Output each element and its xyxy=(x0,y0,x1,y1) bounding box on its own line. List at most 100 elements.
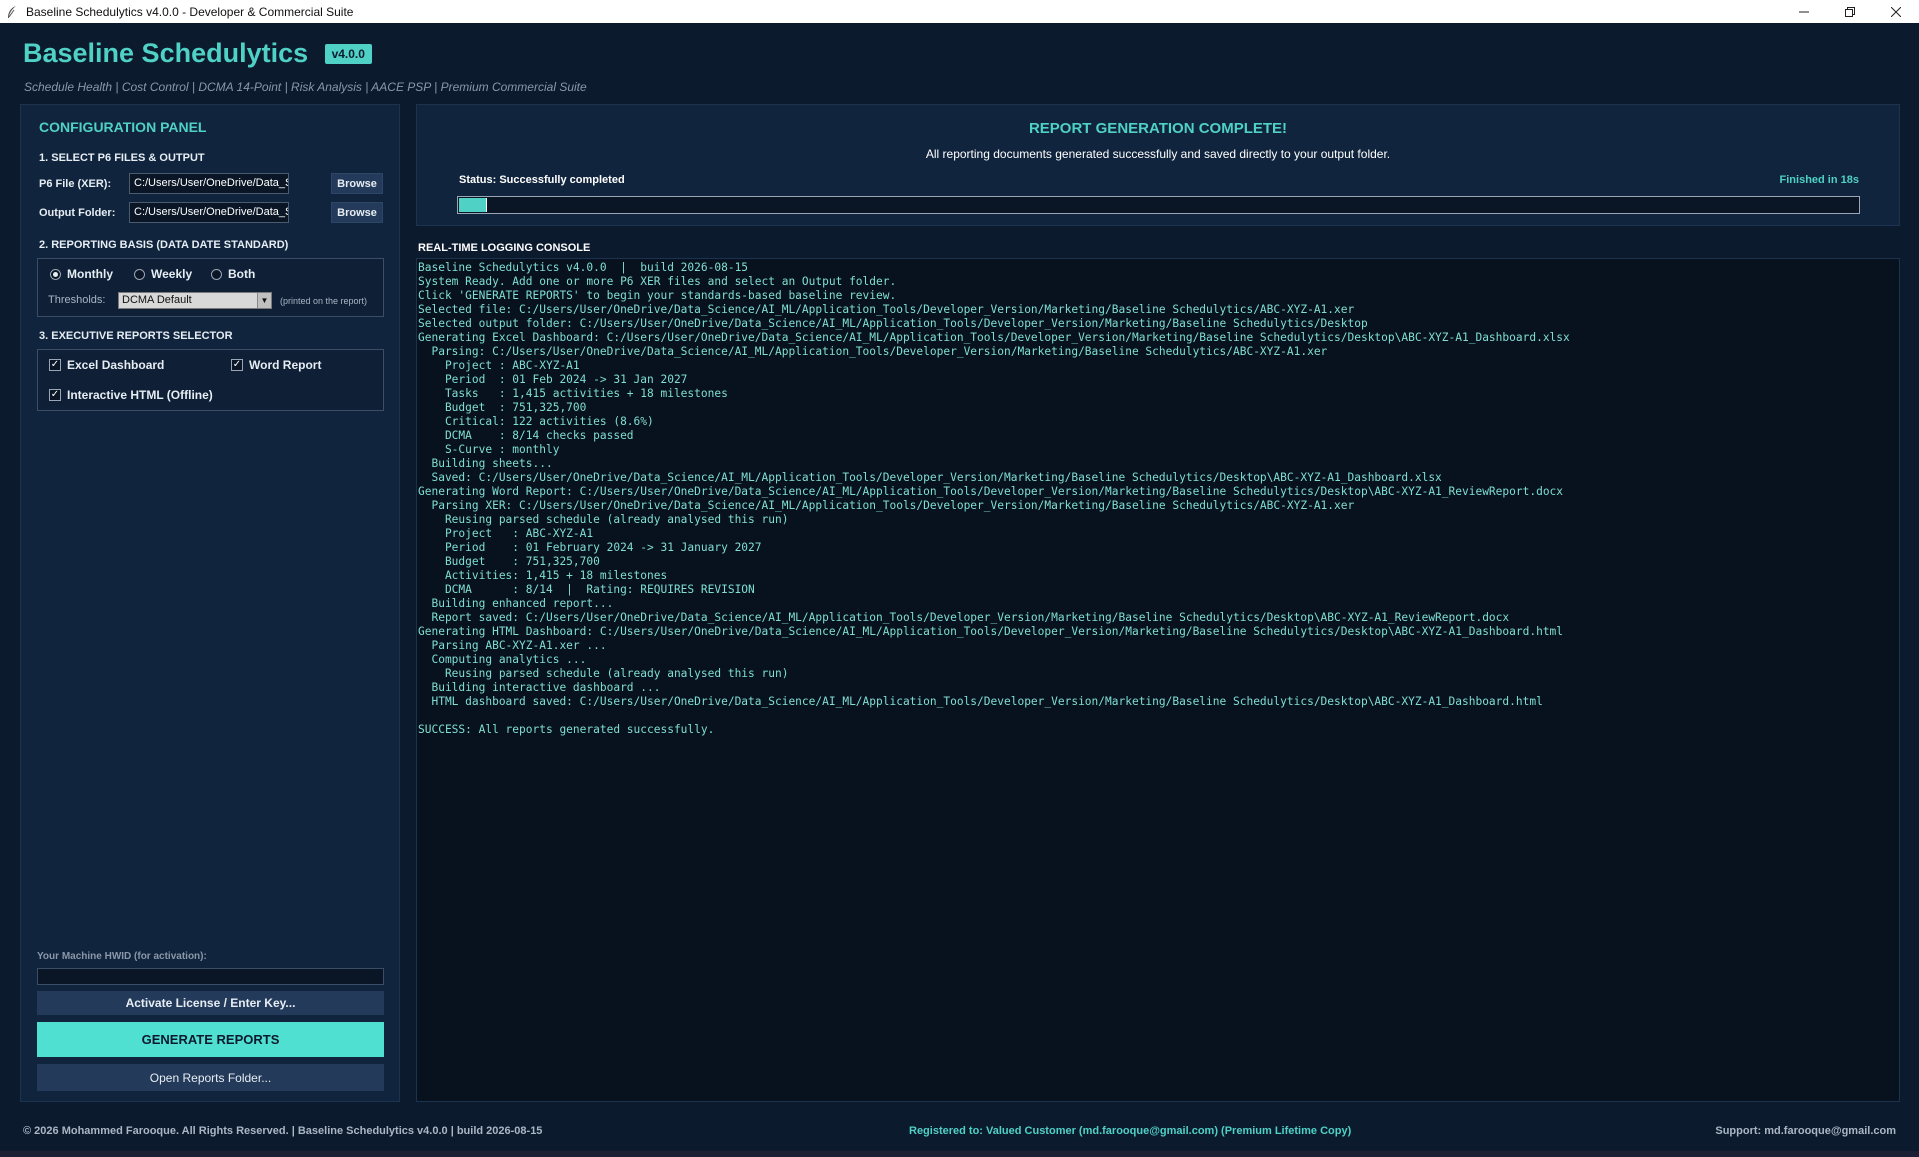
console-line: Reusing parsed schedule (already analyse… xyxy=(418,667,789,680)
console-line: Selected file: C:/Users/User/OneDrive/Da… xyxy=(418,303,1355,316)
app-name: Baseline Schedulytics xyxy=(23,38,309,68)
restore-icon[interactable] xyxy=(1827,0,1873,23)
check-word-report[interactable]: ✓ Word Report xyxy=(231,358,321,372)
console-line: HTML dashboard saved: C:/Users/User/OneD… xyxy=(418,695,1543,708)
console-line: Project : ABC-XYZ-A1 xyxy=(418,359,580,372)
radio-monthly[interactable]: Monthly xyxy=(50,267,113,281)
hwid-field[interactable] xyxy=(37,968,384,985)
radio-both-label: Both xyxy=(228,267,256,281)
console-line: Baseline Schedulytics v4.0.0 | build 202… xyxy=(418,261,749,274)
check-excel-dashboard[interactable]: ✓ Excel Dashboard xyxy=(49,358,164,372)
console-line: Parsing ABC-XYZ-A1.xer ... xyxy=(418,639,607,652)
window-title: Baseline Schedulytics v4.0.0 - Developer… xyxy=(26,4,354,19)
console-line: Parsing XER: C:/Users/User/OneDrive/Data… xyxy=(418,499,1355,512)
close-icon[interactable] xyxy=(1873,0,1919,23)
config-panel-title: CONFIGURATION PANEL xyxy=(39,119,207,135)
output-folder-input[interactable]: C:/Users/User/OneDrive/Data_Science/AI_M… xyxy=(129,202,289,223)
footer: © 2026 Mohammed Farooque. All Rights Res… xyxy=(0,1112,1919,1148)
window-titlebar: Baseline Schedulytics v4.0.0 - Developer… xyxy=(0,0,1919,23)
registration-text: Registered to: Valued Customer (md.faroo… xyxy=(909,1125,1352,1137)
radio-dot-icon xyxy=(50,268,61,280)
console-line: Generating HTML Dashboard: C:/Users/User… xyxy=(418,625,1564,638)
console-line: DCMA : 8/14 | Rating: REQUIRES REVISION xyxy=(418,583,755,596)
console-line: Period : 01 February 2024 -> 31 January … xyxy=(418,541,762,554)
app-tagline: Schedule Health | Cost Control | DCMA 14… xyxy=(24,80,587,94)
checkmark-icon: ✓ xyxy=(231,359,243,371)
console-line: Critical: 122 activities (8.6%) xyxy=(418,415,654,428)
p6-file-input[interactable]: C:/Users/User/OneDrive/Data_Science/AI_M… xyxy=(129,173,289,194)
thresholds-select[interactable]: DCMA Default ▼ xyxy=(118,292,272,309)
thresholds-label: Thresholds: xyxy=(48,294,106,306)
console-line: Selected output folder: C:/Users/User/On… xyxy=(418,317,1368,330)
status-panel: REPORT GENERATION COMPLETE! All reportin… xyxy=(416,104,1900,226)
p6-file-label: P6 File (XER): xyxy=(39,178,112,190)
radio-monthly-label: Monthly xyxy=(67,267,113,281)
console-line: System Ready. Add one or more P6 XER fil… xyxy=(418,275,897,288)
radio-dot-icon xyxy=(134,268,145,280)
console-line: Click 'GENERATE REPORTS' to begin your s… xyxy=(418,289,897,302)
logging-console[interactable]: Baseline Schedulytics v4.0.0 | build 202… xyxy=(416,258,1900,1102)
section-reports-selector-title: 3. EXECUTIVE REPORTS SELECTOR xyxy=(39,330,233,342)
console-line: Activities: 1,415 + 18 milestones xyxy=(418,569,668,582)
finished-time: Finished in 18s xyxy=(1779,174,1859,186)
console-line: Parsing: C:/Users/User/OneDrive/Data_Sci… xyxy=(418,345,1328,358)
console-line: Building interactive dashboard ... xyxy=(418,681,661,694)
check-excel-label: Excel Dashboard xyxy=(67,358,165,372)
completion-subtitle: All reporting documents generated succes… xyxy=(925,147,1391,161)
console-line: DCMA : 8/14 checks passed xyxy=(418,429,634,442)
reports-selector-group: ✓ Excel Dashboard ✓ Word Report ✓ Intera… xyxy=(37,349,384,411)
console-line: Period : 01 Feb 2024 -> 31 Jan 2027 xyxy=(418,373,688,386)
support-text: Support: md.farooque@gmail.com xyxy=(1715,1125,1896,1137)
generate-reports-button[interactable]: GENERATE REPORTS xyxy=(37,1022,384,1057)
progress-bar xyxy=(457,196,1860,214)
radio-both[interactable]: Both xyxy=(211,267,255,281)
console-line: Computing analytics ... xyxy=(418,653,587,666)
thresholds-note: (printed on the report) xyxy=(280,296,368,306)
console-line: Building enhanced report... xyxy=(418,597,614,610)
console-line: Report saved: C:/Users/User/OneDrive/Dat… xyxy=(418,611,1510,624)
hwid-label: Your Machine HWID (for activation): xyxy=(37,951,207,962)
window-controls xyxy=(1781,0,1919,23)
minimize-icon[interactable] xyxy=(1781,0,1827,23)
console-title: REAL-TIME LOGGING CONSOLE xyxy=(418,242,591,254)
version-badge: v4.0.0 xyxy=(324,43,372,64)
console-line: Generating Excel Dashboard: C:/Users/Use… xyxy=(418,331,1570,344)
checkmark-icon: ✓ xyxy=(49,359,61,371)
check-word-label: Word Report xyxy=(249,358,322,372)
section-reporting-basis-title: 2. REPORTING BASIS (DATA DATE STANDARD) xyxy=(39,239,289,251)
configuration-panel: CONFIGURATION PANEL 1. SELECT P6 FILES &… xyxy=(20,104,400,1102)
progress-bar-fill xyxy=(459,198,488,212)
console-line: Tasks : 1,415 activities + 18 milestones xyxy=(418,387,728,400)
console-line: Project : ABC-XYZ-A1 xyxy=(418,527,594,540)
status-text: Status: Successfully completed xyxy=(459,174,625,186)
console-line: Budget : 751,325,700 xyxy=(418,401,587,414)
section-select-files-title: 1. SELECT P6 FILES & OUTPUT xyxy=(39,152,205,164)
console-line: SUCCESS: All reports generated successfu… xyxy=(418,723,715,736)
app-feather-icon xyxy=(4,4,20,20)
copyright-text: © 2026 Mohammed Farooque. All Rights Res… xyxy=(23,1125,543,1137)
completion-title: REPORT GENERATION COMPLETE! xyxy=(1028,120,1288,137)
activate-license-button[interactable]: Activate License / Enter Key... xyxy=(37,991,384,1015)
browse-p6-button[interactable]: Browse xyxy=(331,173,383,194)
console-line: Saved: C:/Users/User/OneDrive/Data_Scien… xyxy=(418,471,1442,484)
radio-dot-icon xyxy=(211,268,222,280)
check-html-label: Interactive HTML (Offline) xyxy=(67,388,213,402)
app-header: Baseline Schedulytics v4.0.0 xyxy=(23,38,372,69)
taskbar-strip xyxy=(0,1151,1919,1157)
console-line: Budget : 751,325,700 xyxy=(418,555,600,568)
console-line: Reusing parsed schedule (already analyse… xyxy=(418,513,789,526)
console-line: S-Curve : monthly xyxy=(418,443,560,456)
radio-weekly[interactable]: Weekly xyxy=(134,267,192,281)
console-line: Generating Word Report: C:/Users/User/On… xyxy=(418,485,1564,498)
chevron-down-icon[interactable]: ▼ xyxy=(257,293,271,308)
check-interactive-html[interactable]: ✓ Interactive HTML (Offline) xyxy=(49,388,213,402)
radio-weekly-label: Weekly xyxy=(151,267,193,281)
output-folder-label: Output Folder: xyxy=(39,207,116,219)
open-reports-folder-button[interactable]: Open Reports Folder... xyxy=(37,1064,384,1091)
thresholds-value: DCMA Default xyxy=(122,294,192,306)
checkmark-icon: ✓ xyxy=(49,389,61,401)
console-line: Building sheets... xyxy=(418,457,553,470)
reporting-basis-group: Monthly Weekly Both Thresholds: DCMA Def… xyxy=(37,258,384,317)
browse-output-button[interactable]: Browse xyxy=(331,202,383,223)
